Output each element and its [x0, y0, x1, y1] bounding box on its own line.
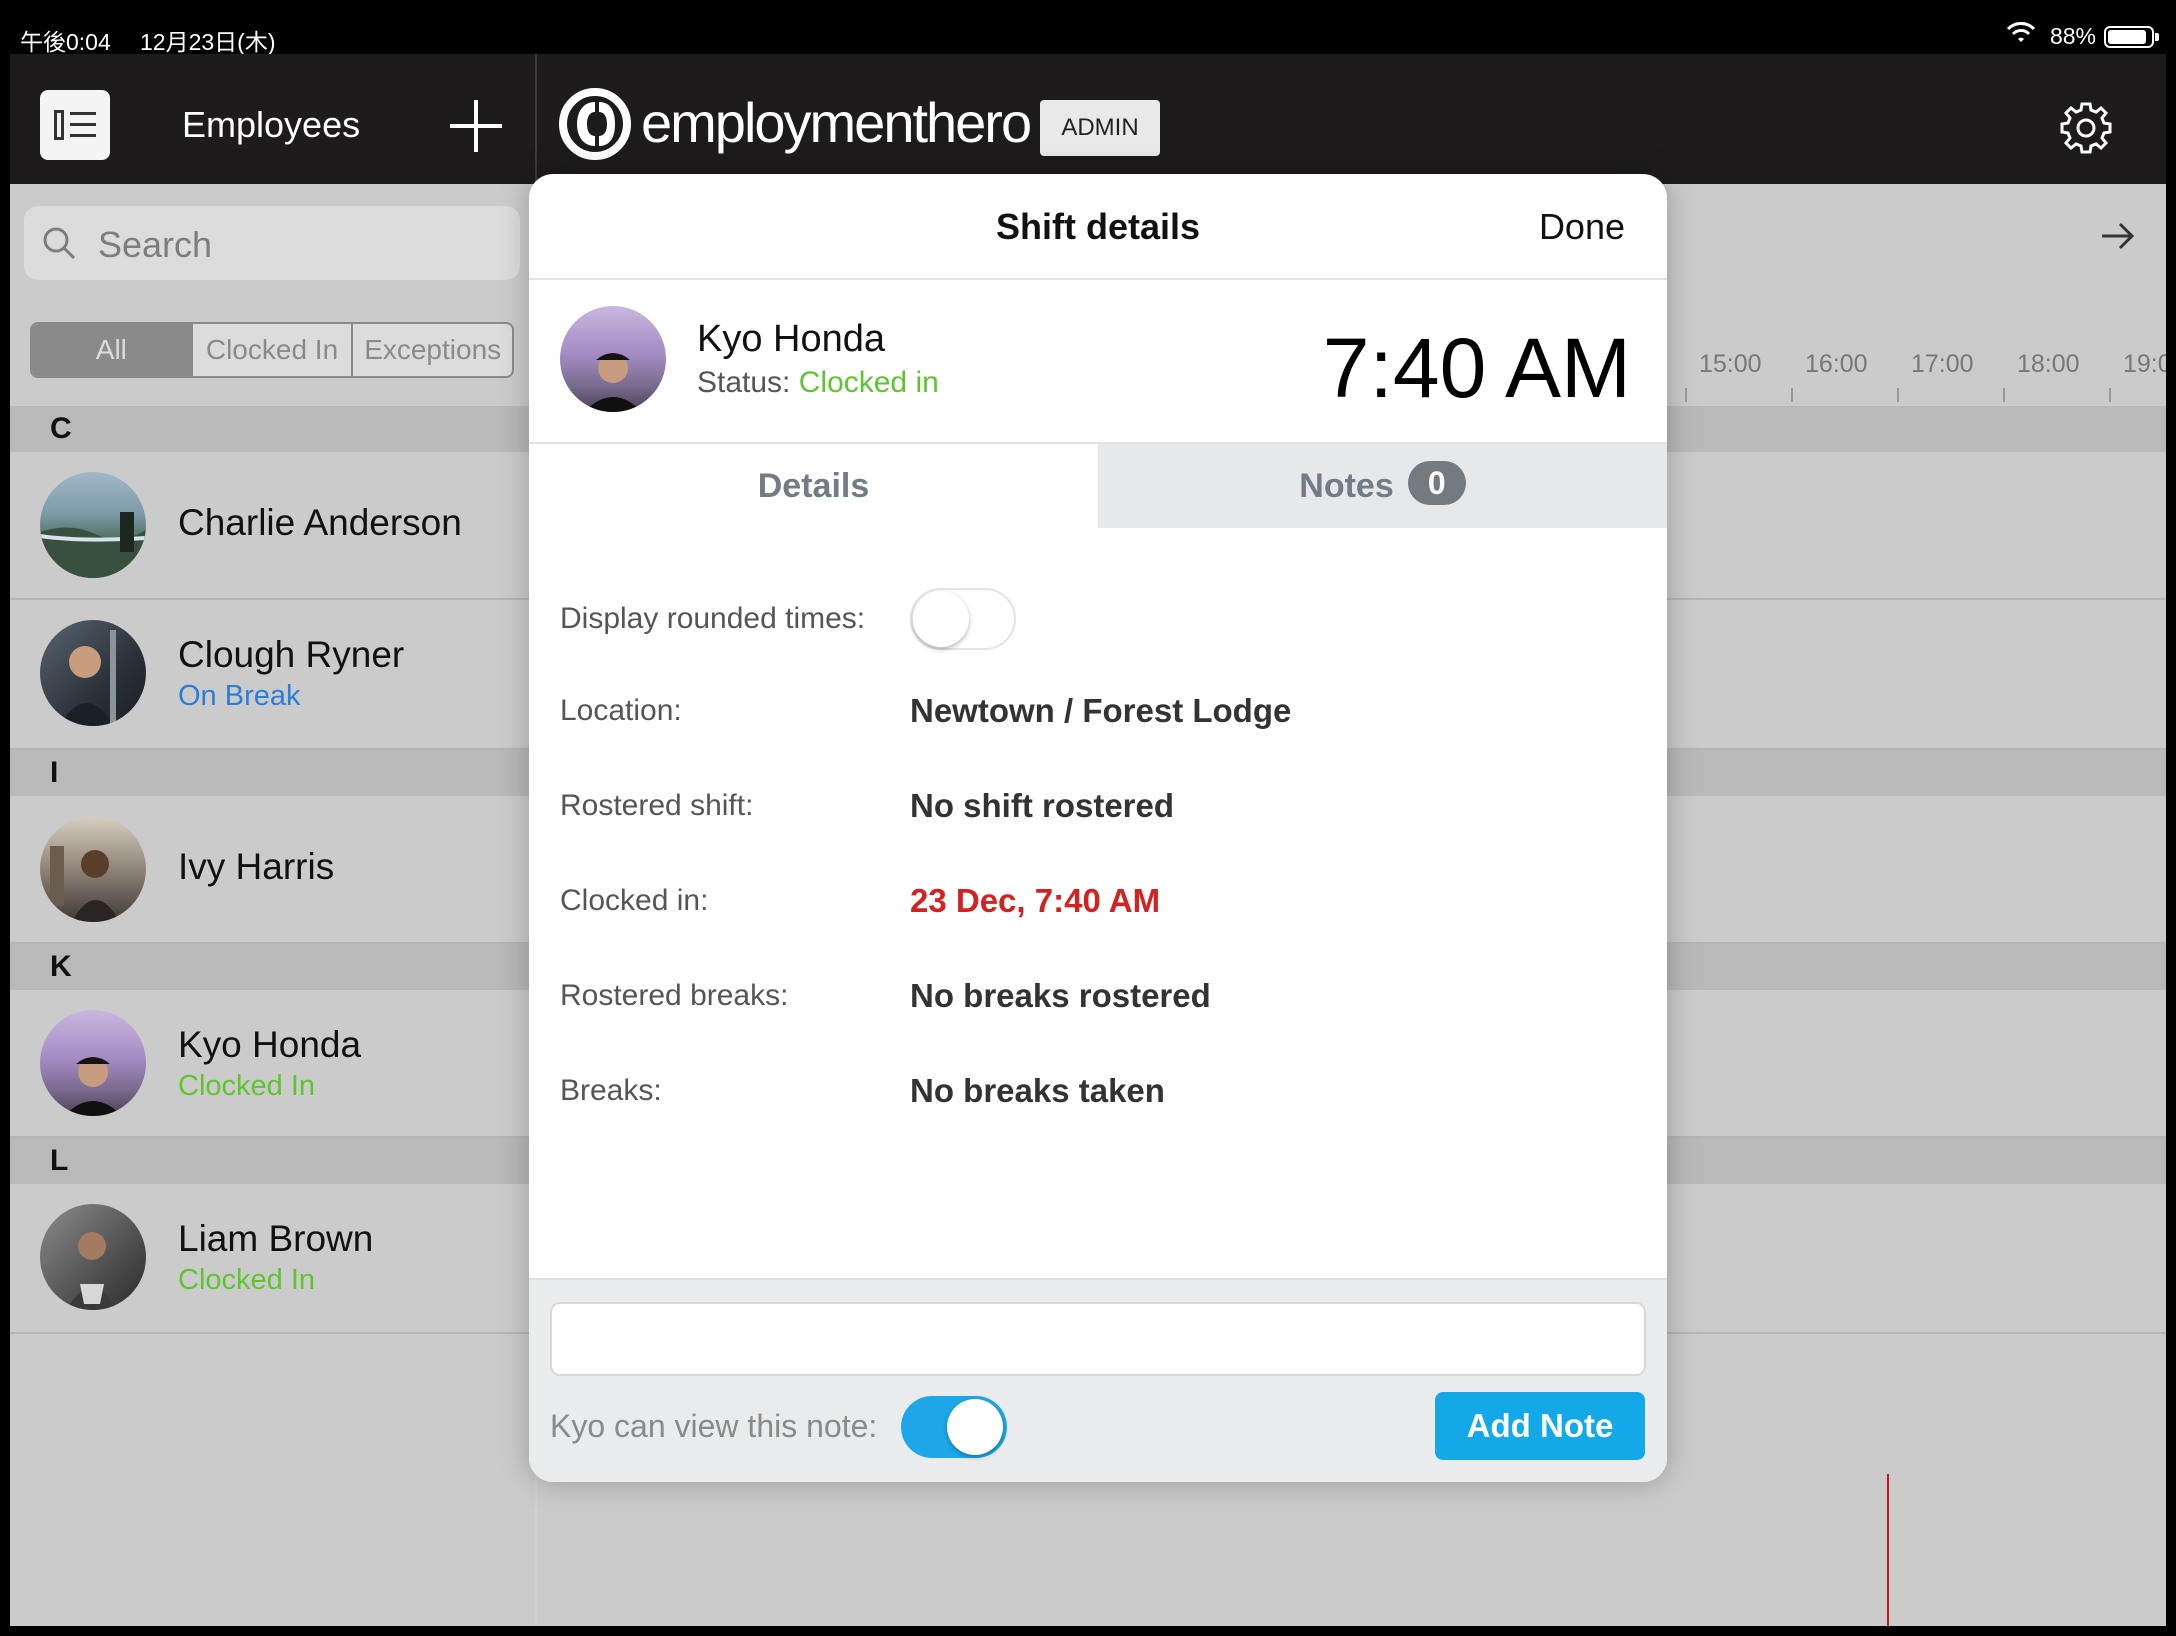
- employee-name: Charlie Anderson: [178, 502, 462, 543]
- tab-notes-label: Notes: [1299, 467, 1394, 505]
- arrow-right-icon[interactable]: [2098, 216, 2138, 256]
- ipad-screen: 午後0:04 12月23日(木) 88% Employees employmen…: [10, 10, 2166, 1626]
- admin-badge: ADMIN: [1040, 100, 1160, 156]
- rostered-breaks-label: Rostered breaks:: [560, 979, 789, 1012]
- done-button[interactable]: Done: [1539, 206, 1625, 248]
- rostered-breaks-value: No breaks rostered: [910, 977, 1211, 1014]
- breaks-label: Breaks:: [560, 1074, 662, 1107]
- hour-label: 19:00: [2123, 350, 2166, 378]
- rounded-times-row: Display rounded times:: [560, 588, 1640, 650]
- employee-name: Kyo Honda: [178, 1024, 362, 1065]
- modal-tabs: Details Notes 0: [529, 442, 1667, 528]
- rostered-shift-label: Rostered shift:: [560, 789, 754, 822]
- current-time-indicator: [1887, 1474, 1889, 1626]
- status-value: Clocked in: [798, 366, 939, 399]
- notes-count-badge: 0: [1407, 461, 1466, 505]
- rounded-times-toggle[interactable]: [910, 588, 1016, 650]
- filter-segmented-control: All Clocked In Exceptions: [30, 322, 514, 378]
- modal-header: Shift details Done: [529, 174, 1667, 280]
- avatar: [40, 1204, 146, 1310]
- note-input[interactable]: [550, 1302, 1646, 1376]
- plus-icon[interactable]: [450, 100, 502, 152]
- employee-name: Liam Brown: [178, 1218, 374, 1259]
- employee-name: Clough Ryner: [178, 634, 405, 675]
- clocked-in-value: 23 Dec, 7:40 AM: [910, 882, 1161, 919]
- rostered-breaks-row: Rostered breaks: No breaks rostered: [560, 971, 1640, 1021]
- hour-tick: [2109, 388, 2111, 402]
- note-visibility-label: Kyo can view this note:: [550, 1408, 878, 1444]
- hour-label: 15:00: [1699, 350, 1762, 378]
- filter-clocked-in[interactable]: Clocked In: [193, 324, 354, 376]
- rounded-times-label: Display rounded times:: [560, 602, 866, 635]
- shift-details-modal: Shift details Done Kyo Honda Status: Clo…: [529, 174, 1667, 1482]
- status-date: 12月23日(木): [140, 29, 276, 55]
- tab-notes[interactable]: Notes 0: [1098, 444, 1667, 528]
- location-value: Newtown / Forest Lodge: [910, 692, 1292, 729]
- nav-divider: [535, 54, 537, 184]
- modal-title: Shift details: [995, 206, 1201, 247]
- search-field[interactable]: Search: [24, 206, 520, 280]
- filter-exceptions[interactable]: Exceptions: [353, 324, 512, 376]
- top-nav-bar: Employees employmenthero ADMIN: [10, 54, 2166, 184]
- hour-tick: [1685, 388, 1687, 402]
- employee-name: Kyo Honda: [697, 318, 886, 360]
- add-note-button[interactable]: Add Note: [1435, 1392, 1645, 1460]
- wifi-icon: [2006, 22, 2036, 42]
- hour-tick: [2003, 388, 2005, 402]
- avatar: [40, 620, 146, 726]
- hour-tick: [1791, 388, 1793, 402]
- brand-name: employmenthero: [641, 91, 1032, 154]
- battery-percent: 88%: [2049, 23, 2096, 49]
- employee-status: Clocked In: [178, 1264, 316, 1296]
- status-label: Status:: [697, 366, 791, 399]
- tab-details[interactable]: Details: [529, 444, 1098, 528]
- avatar: [40, 472, 146, 578]
- hour-label: 17:00: [1911, 350, 1974, 378]
- employee-status-line: Status: Clocked in: [697, 366, 939, 400]
- filter-all[interactable]: All: [32, 324, 193, 376]
- section-header-k: K: [10, 944, 535, 990]
- gear-icon[interactable]: [2058, 100, 2114, 156]
- note-visibility-toggle[interactable]: [901, 1396, 1007, 1458]
- clock-in-time: 7:40 AM: [1322, 321, 1631, 415]
- breaks-row: Breaks: No breaks taken: [560, 1066, 1640, 1116]
- clocked-in-row: Clocked in: 23 Dec, 7:40 AM: [560, 876, 1640, 926]
- status-time: 午後0:04: [20, 29, 111, 55]
- note-composer: Kyo can view this note: Add Note: [529, 1278, 1667, 1482]
- status-bar: 午後0:04 12月23日(木) 88%: [10, 10, 2166, 55]
- location-row: Location: Newtown / Forest Lodge: [560, 686, 1640, 736]
- employee-status: On Break: [178, 680, 301, 712]
- avatar: [40, 1010, 146, 1116]
- breaks-value: No breaks taken: [910, 1072, 1165, 1109]
- employee-sidebar: Search All Clocked In Exceptions C Charl…: [10, 184, 535, 1626]
- avatar: [560, 306, 666, 412]
- employee-row[interactable]: Liam Brown Clocked In: [10, 1184, 535, 1334]
- search-icon: [43, 227, 76, 260]
- employee-status: Clocked In: [178, 1070, 316, 1102]
- employee-row[interactable]: Kyo Honda Clocked In: [10, 990, 535, 1138]
- brand-logo-icon: [559, 88, 631, 160]
- hour-tick: [1897, 388, 1899, 402]
- nav-title: Employees: [182, 104, 361, 145]
- employee-row[interactable]: Charlie Anderson: [10, 452, 535, 600]
- clocked-in-label: Clocked in:: [560, 884, 709, 917]
- section-header-i: I: [10, 750, 535, 796]
- search-placeholder: Search: [98, 224, 213, 265]
- employee-name: Ivy Harris: [178, 846, 335, 887]
- hour-label: 16:00: [1805, 350, 1868, 378]
- avatar: [40, 816, 146, 922]
- employee-summary: Kyo Honda Status: Clocked in 7:40 AM: [529, 282, 1667, 442]
- section-header-c: C: [10, 406, 535, 452]
- employee-row[interactable]: Ivy Harris: [10, 796, 535, 944]
- hour-label: 18:00: [2017, 350, 2080, 378]
- employee-row[interactable]: Clough Ryner On Break: [10, 600, 535, 750]
- section-header-l: L: [10, 1138, 535, 1184]
- rostered-shift-value: No shift rostered: [910, 787, 1175, 824]
- location-label: Location:: [560, 694, 682, 727]
- sidebar-toggle-icon[interactable]: [40, 90, 110, 160]
- battery-icon: [2104, 26, 2159, 48]
- rostered-shift-row: Rostered shift: No shift rostered: [560, 781, 1640, 831]
